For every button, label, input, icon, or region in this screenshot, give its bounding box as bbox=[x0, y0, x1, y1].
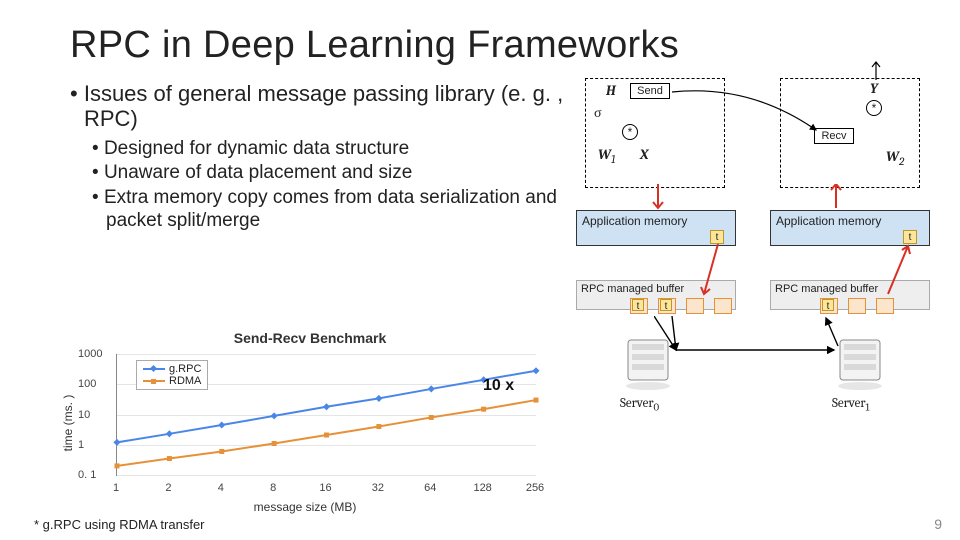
xtick: 1 bbox=[113, 482, 119, 494]
buf-slot-r1 bbox=[848, 298, 866, 314]
bullet-sub-0: Designed for dynamic data structure bbox=[92, 138, 570, 161]
buf-slot-r2 bbox=[876, 298, 894, 314]
t-tile-buf-l0: t bbox=[632, 299, 644, 311]
footnote: * g.RPC using RDMA transfer bbox=[34, 517, 205, 532]
xtick: 4 bbox=[218, 482, 224, 494]
ytick: 1000 bbox=[78, 348, 102, 360]
bullet-sub-2: Extra memory copy comes from data serial… bbox=[92, 187, 570, 233]
chart-xlabel: message size (MB) bbox=[254, 500, 357, 514]
ytick: 1 bbox=[78, 439, 84, 451]
buf-slot-l2 bbox=[686, 298, 704, 314]
chart-legend: g.RPC RDMA bbox=[136, 360, 208, 390]
ytick: 10 bbox=[78, 409, 90, 421]
t-tile-appmem-right: t bbox=[903, 230, 917, 244]
xtick: 16 bbox=[319, 482, 331, 494]
sym-Y: Y bbox=[870, 80, 878, 97]
arrow-serialize-right bbox=[880, 244, 920, 300]
arrow-recv-down bbox=[826, 184, 846, 212]
t-tile-buf-r0: t bbox=[822, 299, 834, 311]
xtick: 128 bbox=[473, 482, 491, 494]
send-to-recv-arrow bbox=[660, 90, 820, 140]
sym-sigma: σ bbox=[594, 104, 602, 122]
t-tile-appmem-left: t bbox=[710, 230, 724, 244]
network-arrows bbox=[654, 316, 854, 364]
server1-label: Server1 bbox=[832, 396, 869, 414]
bullet-main: Issues of general message passing librar… bbox=[70, 81, 570, 132]
op-star-right: * bbox=[866, 100, 882, 116]
y-out-arrow bbox=[870, 60, 882, 82]
xtick: 32 bbox=[372, 482, 384, 494]
bullet-sub-1: Unaware of data placement and size bbox=[92, 162, 570, 185]
t-tile-buf-l1: t bbox=[660, 299, 672, 311]
xtick: 256 bbox=[526, 482, 544, 494]
op-star-left: * bbox=[622, 124, 638, 140]
sym-X: X bbox=[640, 146, 648, 163]
ytick: 0. 1 bbox=[78, 469, 96, 481]
slide-title: RPC in Deep Learning Frameworks bbox=[70, 24, 904, 67]
xtick: 64 bbox=[424, 482, 436, 494]
arrow-send-down bbox=[648, 184, 668, 212]
legend-0: g.RPC bbox=[169, 363, 201, 375]
sym-W2: W2 bbox=[886, 148, 904, 168]
sym-H: H bbox=[606, 82, 616, 99]
recv-label-box: Recv bbox=[814, 128, 854, 144]
chart-title: Send-Recv Benchmark bbox=[70, 330, 550, 346]
buf-slot-l3 bbox=[714, 298, 732, 314]
ytick: 100 bbox=[78, 378, 96, 390]
xtick: 2 bbox=[165, 482, 171, 494]
chart-ylabel: time (ms. ) bbox=[61, 395, 75, 452]
xtick: 8 bbox=[270, 482, 276, 494]
tenx-annotation: 10 x bbox=[483, 377, 514, 395]
arrow-serialize-left bbox=[700, 244, 730, 300]
server0-label: Server0 bbox=[620, 396, 659, 414]
slide-number: 9 bbox=[934, 516, 942, 532]
legend-1: RDMA bbox=[169, 375, 201, 387]
sym-W1: W1 bbox=[598, 146, 616, 166]
benchmark-chart: Send-Recv Benchmark time (ms. ) message … bbox=[70, 330, 550, 498]
